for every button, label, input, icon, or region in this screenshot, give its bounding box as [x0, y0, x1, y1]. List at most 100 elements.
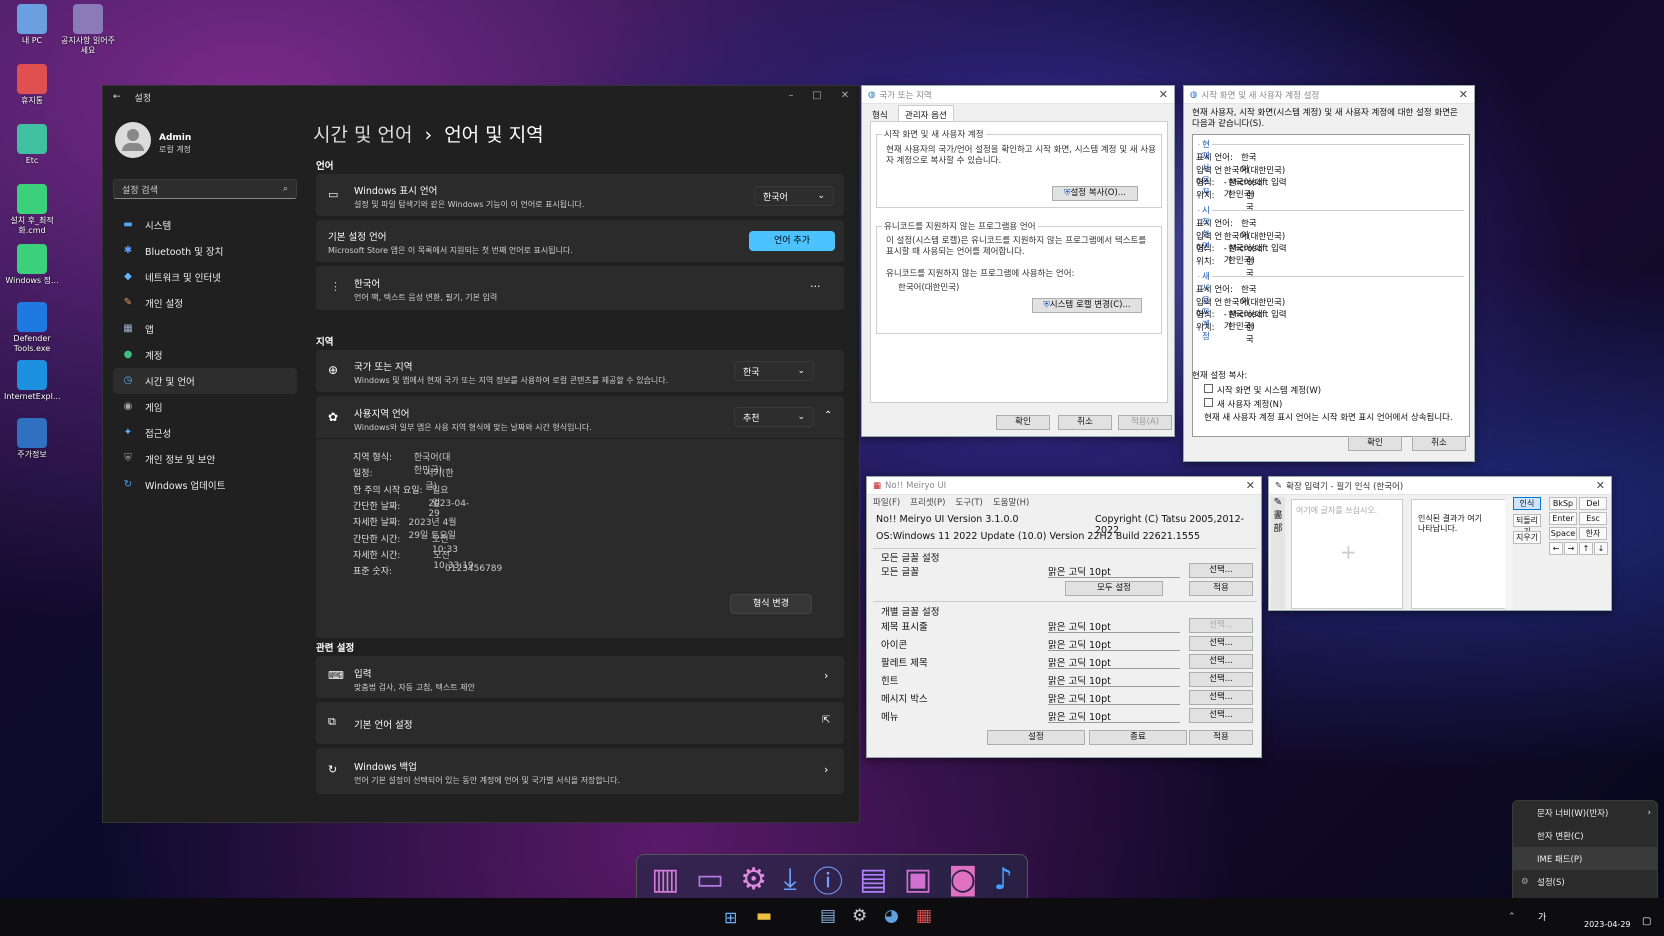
file-explorer-icon[interactable]: ▬: [756, 906, 772, 926]
tray-chevron-icon[interactable]: ⌃: [1508, 912, 1516, 922]
tab-format[interactable]: 형식: [872, 109, 888, 121]
back-icon[interactable]: ←: [113, 92, 121, 102]
maximize-button[interactable]: □: [809, 90, 825, 101]
add-language-button[interactable]: 언어 추가: [749, 231, 835, 251]
video-icon[interactable]: ▣: [904, 862, 932, 897]
desktop-icon[interactable]: Etc: [4, 124, 60, 166]
window-app-icon[interactable]: ▤: [820, 906, 836, 926]
arrow-key[interactable]: →: [1564, 542, 1578, 555]
sidebar-item[interactable]: ◷ 시간 및 언어: [113, 368, 297, 394]
related-admin-language-card[interactable]: ⧉ 기본 언어 설정 ⇱: [316, 702, 844, 744]
apply-all-button[interactable]: 적용: [1189, 581, 1253, 596]
more-options-button[interactable]: ···: [810, 280, 821, 293]
set-all-button[interactable]: 모두 설정: [1065, 581, 1163, 596]
info-icon[interactable]: ⓘ: [813, 857, 843, 901]
handwriting-canvas[interactable]: 여기에 글자를 쓰십시오. +: [1291, 499, 1403, 609]
tab-admin-options[interactable]: 관리자 옵션: [898, 105, 954, 122]
sidebar-item[interactable]: ⛨ 개인 정보 및 보안: [113, 446, 297, 472]
clear-button[interactable]: 지우기: [1513, 531, 1541, 544]
camera-icon[interactable]: ◙: [948, 862, 977, 897]
display-language-dropdown[interactable]: 한국어 ⌄: [754, 186, 834, 206]
key-enter[interactable]: Enter: [1549, 512, 1577, 525]
taskbar-date[interactable]: 2023-04-29: [1584, 920, 1631, 929]
download-icon[interactable]: ⤓: [783, 862, 796, 897]
language-korean-item[interactable]: ⋮ 한국어 언어 팩, 텍스트 음성 변환, 필기, 기본 입력 ···: [316, 266, 844, 310]
change-system-locale-button[interactable]: ⛨시스템 로캘 변경(C)...: [1032, 298, 1142, 313]
desktop-icon[interactable]: 휴지통: [4, 64, 60, 106]
network-app-icon[interactable]: ◕: [884, 906, 899, 926]
close-button[interactable]: ✕: [837, 90, 853, 101]
close-button[interactable]: ✕: [1596, 479, 1605, 492]
ime-indicator[interactable]: 가: [1538, 910, 1546, 923]
key-한자[interactable]: 한자: [1579, 527, 1607, 540]
sidebar-item[interactable]: ↻ Windows 업데이트: [113, 472, 297, 498]
context-menu-item[interactable]: ⚙ 설정(S): [1513, 870, 1657, 893]
font-select-button[interactable]: 선택...: [1189, 654, 1253, 669]
related-backup-card[interactable]: ↻ Windows 백업 언어 기본 설정이 선택되어 있는 동안 계정에 언어…: [316, 748, 844, 794]
notification-icon[interactable]: ▢: [1642, 916, 1651, 927]
copy-newuser-checkbox[interactable]: 새 사용자 계정(N): [1204, 398, 1282, 410]
sidebar-item[interactable]: ✎ 개인 설정: [113, 290, 297, 316]
country-dropdown[interactable]: 한국 ⌄: [734, 361, 814, 381]
font-select-button[interactable]: 선택...: [1189, 690, 1253, 705]
ok-button[interactable]: 확인: [996, 415, 1050, 430]
desktop-icon[interactable]: Defender Tools.exe: [4, 302, 60, 354]
menu-item[interactable]: 도움말(H): [993, 496, 1029, 508]
menu-item[interactable]: 프리셋(P): [910, 496, 945, 508]
font-select-button[interactable]: 선택...: [1189, 618, 1253, 633]
recognition-result-box[interactable]: 인식된 결과가 여기 나타납니다.: [1411, 499, 1507, 609]
sidebar-item[interactable]: ✦ 접근성: [113, 420, 297, 446]
close-button[interactable]: ✕: [1246, 479, 1255, 492]
exit-button[interactable]: 종료: [1089, 730, 1187, 745]
ok-button[interactable]: 확인: [1348, 436, 1402, 451]
close-button[interactable]: ✕: [1159, 88, 1168, 101]
sidebar-item[interactable]: ◆ 네트워크 및 인터넷: [113, 264, 297, 290]
cancel-button[interactable]: 취소: [1058, 415, 1112, 430]
desktop-icon[interactable]: 주가정보: [4, 418, 60, 460]
arrow-key[interactable]: ←: [1549, 542, 1563, 555]
desktop-icon[interactable]: 공지사항 읽어주세요: [60, 4, 116, 56]
desktop-icon[interactable]: InternetExpl...: [4, 360, 60, 402]
related-typing-card[interactable]: ⌨ 입력 맞춤법 검사, 자동 고침, 텍스트 제안 ›: [316, 656, 844, 698]
music-icon[interactable]: ♪: [994, 862, 1013, 897]
document-icon[interactable]: ▤: [859, 862, 887, 897]
search-input[interactable]: 설정 검색 ⌕: [113, 179, 297, 199]
breadcrumb-parent[interactable]: 시간 및 언어: [313, 124, 412, 146]
meiryo-taskbar-icon[interactable]: ▦: [916, 906, 932, 926]
result-scrollbar[interactable]: [1505, 499, 1513, 609]
cancel-button[interactable]: 취소: [1412, 436, 1466, 451]
gear-icon[interactable]: ⚙: [740, 862, 767, 897]
font-select-button[interactable]: 선택...: [1189, 708, 1253, 723]
context-menu-item[interactable]: 문자 너비(W)(반자) ›: [1513, 801, 1657, 824]
change-format-button[interactable]: 형식 변경: [730, 594, 812, 614]
recognize-button[interactable]: 인식: [1513, 497, 1541, 510]
menu-item[interactable]: 파일(F): [873, 496, 900, 508]
settings-taskbar-icon[interactable]: ⚙: [852, 906, 867, 926]
undo-button[interactable]: 되돌리기: [1513, 514, 1541, 536]
font-select-button[interactable]: 선택...: [1189, 672, 1253, 687]
desktop-icon[interactable]: 내 PC: [4, 4, 60, 46]
key-esc[interactable]: Esc: [1579, 512, 1607, 525]
copy-welcome-checkbox[interactable]: 시작 화면 및 시스템 계정(W): [1204, 384, 1321, 396]
desktop-icon[interactable]: Windows 정...: [4, 244, 60, 286]
context-menu-item[interactable]: IME 패드(P): [1513, 847, 1657, 870]
sidebar-item[interactable]: ▦ 앱: [113, 316, 297, 342]
start-icon[interactable]: ⊞: [724, 908, 737, 927]
desktop-icon[interactable]: 설치 후_최적화.cmd: [4, 184, 60, 236]
monitor-icon[interactable]: ▭: [696, 862, 724, 897]
radical-tab-icon[interactable]: 部: [1271, 521, 1285, 534]
apply-button[interactable]: 적용(A): [1118, 415, 1172, 430]
font-select-button[interactable]: 선택...: [1189, 636, 1253, 651]
set-button[interactable]: 설정: [987, 730, 1085, 745]
key-del[interactable]: Del: [1579, 497, 1607, 510]
regional-format-dropdown[interactable]: 추천 ⌄: [734, 407, 814, 427]
handwriting-tab-icon[interactable]: ✎: [1271, 497, 1285, 508]
close-button[interactable]: ✕: [1459, 88, 1468, 101]
menu-item[interactable]: 도구(T): [955, 496, 982, 508]
arrow-key[interactable]: ↓: [1594, 542, 1608, 555]
drag-handle-icon[interactable]: ⋮: [330, 280, 341, 293]
copy-settings-button[interactable]: ⛨설정 복사(O)...: [1052, 186, 1138, 201]
sidebar-item[interactable]: ● 계정: [113, 342, 297, 368]
apply-button[interactable]: 적용: [1189, 730, 1253, 745]
key-bksp[interactable]: BkSp: [1549, 497, 1577, 510]
